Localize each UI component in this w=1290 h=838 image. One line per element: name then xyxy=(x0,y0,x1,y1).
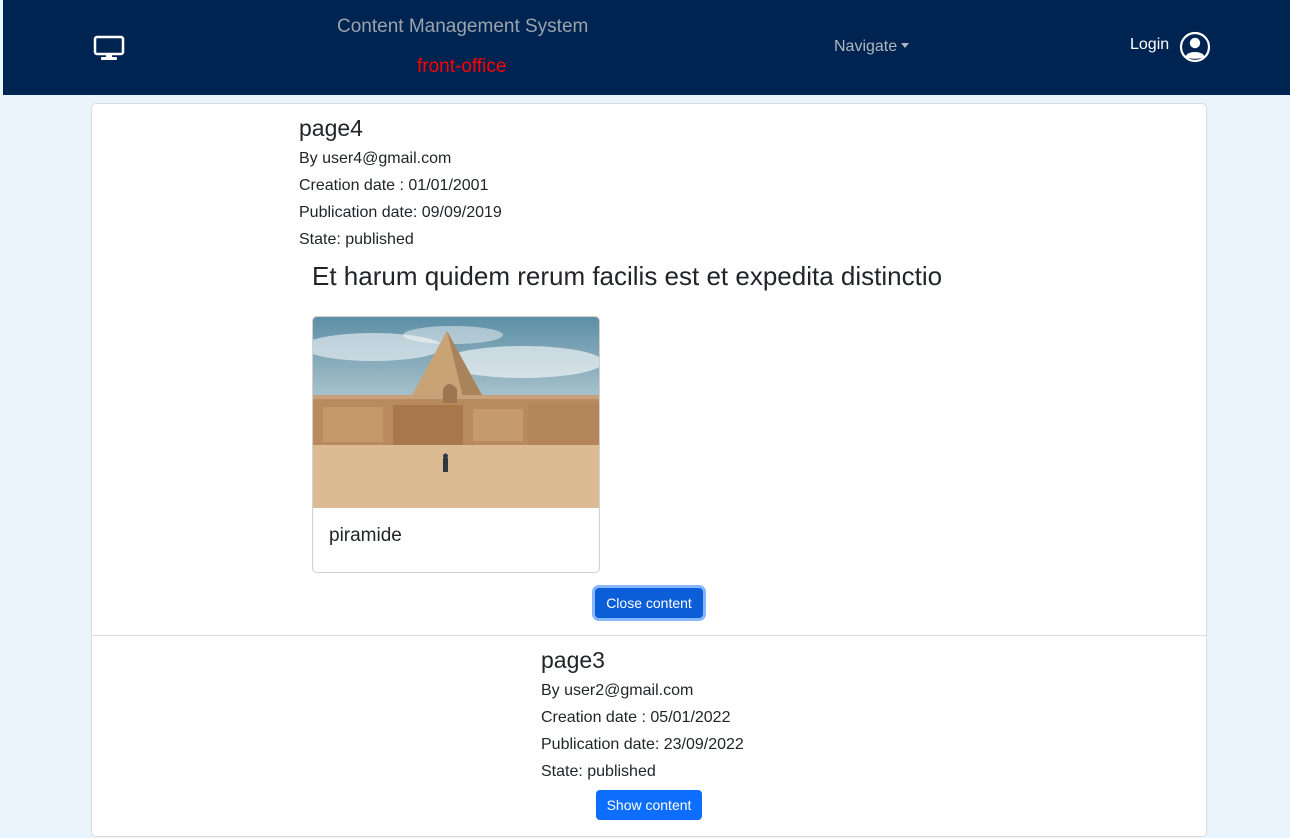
page-title: page4 xyxy=(299,115,363,141)
pages-card: page4 By user4@gmail.com Creation date :… xyxy=(91,103,1207,837)
page-publication-date: Publication date: 09/09/2019 xyxy=(299,204,502,221)
app-title: Content Management System xyxy=(337,16,589,37)
page-state: State: published xyxy=(299,231,414,248)
monitor-icon[interactable] xyxy=(93,35,125,61)
media-caption: piramide xyxy=(329,525,402,546)
app-subtitle: front-office xyxy=(417,56,507,77)
page-title: page3 xyxy=(541,647,605,673)
page-author: By user4@gmail.com xyxy=(299,150,452,167)
page-author: By user2@gmail.com xyxy=(541,682,694,699)
top-navbar: Content Management System front-office N… xyxy=(3,0,1290,95)
caret-down-icon xyxy=(901,43,910,48)
pyramid-image xyxy=(313,317,599,508)
page-state: State: published xyxy=(541,763,656,780)
navigate-dropdown[interactable]: Navigate xyxy=(834,38,910,56)
page-publication-date: Publication date: 23/09/2022 xyxy=(541,736,744,753)
close-content-button[interactable]: Close content xyxy=(595,588,703,618)
media-card: piramide xyxy=(312,316,600,573)
content-heading: Et harum quidem rerum facilis est et exp… xyxy=(312,261,943,291)
user-circle-icon[interactable] xyxy=(1179,31,1211,63)
login-link[interactable]: Login xyxy=(1130,36,1169,54)
page-divider xyxy=(92,635,1206,636)
page-creation-date: Creation date : 05/01/2022 xyxy=(541,709,731,726)
navigate-label: Navigate xyxy=(834,38,898,55)
page-creation-date: Creation date : 01/01/2001 xyxy=(299,177,489,194)
show-content-button[interactable]: Show content xyxy=(596,790,702,820)
